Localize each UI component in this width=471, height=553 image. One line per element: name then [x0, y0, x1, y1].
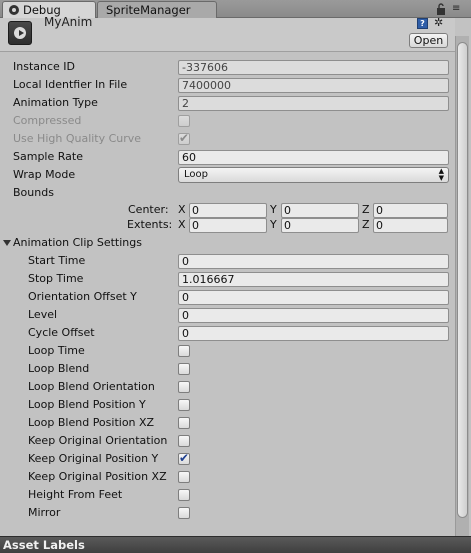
keep-original-position-y-row: Keep Original Position Y ✔: [0, 450, 455, 468]
height-from-feet-label: Height From Feet: [28, 488, 123, 501]
keep-original-orientation-label: Keep Original Orientation: [28, 434, 168, 447]
extents-z-field[interactable]: 0: [373, 218, 448, 233]
animation-clip-icon: [8, 21, 32, 45]
high-quality-curve-label: Use High Quality Curve: [13, 132, 142, 145]
loop-blend-row: Loop Blend: [0, 360, 455, 378]
loop-blend-orientation-row: Loop Blend Orientation: [0, 378, 455, 396]
bounds-extents-row: Extents: X 0 Y 0 Z 0: [0, 216, 455, 234]
keep-original-orientation-row: Keep Original Orientation: [0, 432, 455, 450]
orientation-offset-row: Orientation Offset Y 0: [0, 288, 455, 306]
mirror-checkbox[interactable]: [178, 507, 190, 519]
wrap-mode-select[interactable]: Loop ▲ ▼: [178, 167, 449, 183]
stop-time-label: Stop Time: [28, 272, 84, 285]
mirror-row: Mirror: [0, 504, 455, 522]
high-quality-curve-checkbox[interactable]: ✔: [178, 131, 190, 145]
extents-y-field[interactable]: 0: [281, 218, 359, 233]
sample-rate-row: Sample Rate 60: [0, 148, 455, 166]
extents-label: Extents:: [127, 218, 173, 231]
keep-original-orientation-checkbox[interactable]: [178, 435, 190, 447]
level-label: Level: [28, 308, 58, 321]
height-from-feet-checkbox[interactable]: [178, 489, 190, 501]
animation-type-label: Animation Type: [13, 96, 98, 109]
extents-x-label: X: [178, 218, 186, 231]
local-identifier-label: Local Identfier In File: [13, 78, 128, 91]
sample-rate-field[interactable]: 60: [178, 150, 449, 165]
open-button[interactable]: Open: [409, 33, 448, 48]
keep-original-position-y-checkbox[interactable]: ✔: [178, 451, 190, 465]
loop-blend-position-y-row: Loop Blend Position Y: [0, 396, 455, 414]
loop-blend-position-y-label: Loop Blend Position Y: [28, 398, 146, 411]
orientation-offset-label: Orientation Offset Y: [28, 290, 137, 303]
loop-blend-orientation-checkbox[interactable]: [178, 381, 190, 393]
loop-blend-position-xz-row: Loop Blend Position XZ: [0, 414, 455, 432]
stop-time-row: Stop Time 1.016667: [0, 270, 455, 288]
sample-rate-label: Sample Rate: [13, 150, 83, 163]
lock-icon[interactable]: [436, 3, 446, 15]
loop-blend-position-xz-label: Loop Blend Position XZ: [28, 416, 155, 429]
help-icon[interactable]: ?: [417, 18, 428, 29]
compressed-label: Compressed: [13, 114, 82, 127]
foldout-arrow-icon: [3, 240, 11, 246]
clip-settings-foldout[interactable]: Animation Clip Settings: [0, 234, 455, 252]
scrollbar-thumb[interactable]: [457, 42, 468, 518]
animation-type-row: Animation Type 2: [0, 94, 455, 112]
tab-menu-icon[interactable]: ≡: [452, 3, 466, 15]
select-arrows-icon: ▲ ▼: [438, 167, 444, 182]
loop-time-label: Loop Time: [28, 344, 85, 357]
keep-original-position-y-label: Keep Original Position Y: [28, 452, 159, 465]
cycle-offset-row: Cycle Offset 0: [0, 324, 455, 342]
start-time-row: Start Time 0: [0, 252, 455, 270]
keep-original-position-xz-checkbox[interactable]: [178, 471, 190, 483]
compressed-checkbox[interactable]: [178, 115, 190, 127]
animation-type-field[interactable]: 2: [178, 96, 449, 111]
tab-sprite-manager-label: SpriteManager: [106, 3, 191, 17]
loop-blend-orientation-label: Loop Blend Orientation: [28, 380, 155, 393]
cycle-offset-label: Cycle Offset: [28, 326, 95, 339]
height-from-feet-row: Height From Feet: [0, 486, 455, 504]
loop-blend-position-xz-checkbox[interactable]: [178, 417, 190, 429]
extents-y-label: Y: [270, 218, 277, 231]
tab-sprite-manager[interactable]: SpriteManager: [97, 1, 217, 18]
stop-time-field[interactable]: 1.016667: [178, 272, 449, 287]
high-quality-curve-row: Use High Quality Curve ✔: [0, 130, 455, 148]
inspector-header: MyAnim ? ✲ Open: [0, 15, 455, 52]
wrap-mode-value: Loop: [184, 169, 208, 180]
wrap-mode-row: Wrap Mode Loop ▲ ▼: [0, 166, 455, 184]
instance-id-field[interactable]: -337606: [178, 60, 449, 75]
clip-settings-label: Animation Clip Settings: [13, 236, 142, 249]
loop-time-row: Loop Time: [0, 342, 455, 360]
start-time-field[interactable]: 0: [178, 254, 449, 269]
settings-gear-icon[interactable]: ✲: [434, 17, 448, 29]
local-identifier-field[interactable]: 7400000: [178, 78, 449, 93]
asset-name: MyAnim: [44, 15, 93, 29]
bounds-label: Bounds: [13, 186, 54, 199]
start-time-label: Start Time: [28, 254, 86, 267]
bounds-row: Bounds: [0, 184, 455, 202]
compressed-row: Compressed: [0, 112, 455, 130]
instance-id-row: Instance ID -337606: [0, 58, 455, 76]
extents-z-label: Z: [362, 218, 370, 231]
loop-blend-label: Loop Blend: [28, 362, 90, 375]
tab-gear-icon: [9, 5, 19, 15]
cycle-offset-field[interactable]: 0: [178, 326, 449, 341]
extents-x-field[interactable]: 0: [189, 218, 267, 233]
local-identifier-row: Local Identfier In File 7400000: [0, 76, 455, 94]
orientation-offset-field[interactable]: 0: [178, 290, 449, 305]
level-field[interactable]: 0: [178, 308, 449, 323]
mirror-label: Mirror: [28, 506, 61, 519]
checkmark-icon: ✔: [179, 451, 190, 465]
loop-time-checkbox[interactable]: [178, 345, 190, 357]
checkmark-icon: ✔: [179, 131, 190, 145]
wrap-mode-label: Wrap Mode: [13, 168, 76, 181]
loop-blend-position-y-checkbox[interactable]: [178, 399, 190, 411]
loop-blend-checkbox[interactable]: [178, 363, 190, 375]
instance-id-label: Instance ID: [13, 60, 75, 73]
level-row: Level 0: [0, 306, 455, 324]
keep-original-position-xz-label: Keep Original Position XZ: [28, 470, 167, 483]
asset-labels-bar[interactable]: Asset Labels: [0, 536, 471, 553]
keep-original-position-xz-row: Keep Original Position XZ: [0, 468, 455, 486]
